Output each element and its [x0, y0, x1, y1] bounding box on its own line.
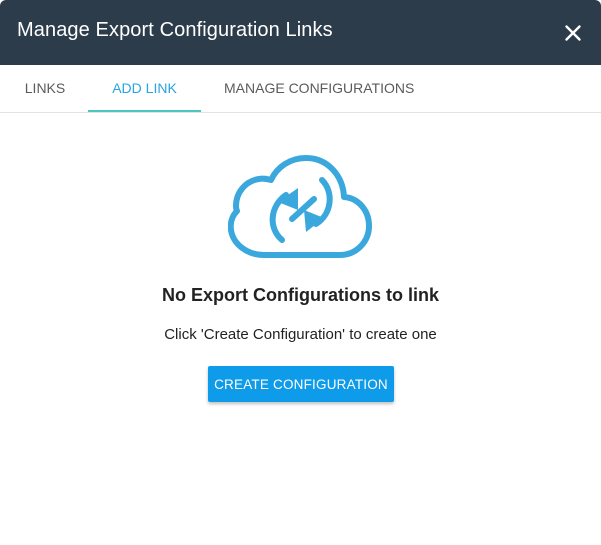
create-configuration-button[interactable]: CREATE CONFIGURATION — [208, 366, 394, 402]
tab-add-link[interactable]: ADD LINK — [88, 65, 201, 112]
dialog-title: Manage Export Configuration Links — [17, 19, 333, 41]
close-button[interactable] — [560, 20, 586, 46]
tab-links[interactable]: LINKS — [24, 65, 66, 112]
tab-bar: LINKS ADD LINK MANAGE CONFIGURATIONS — [0, 65, 601, 113]
cloud-sync-icon — [227, 152, 374, 262]
empty-state-message: Click 'Create Configuration' to create o… — [164, 326, 437, 343]
export-config-links-dialog: Manage Export Configuration Links LINKS … — [0, 0, 601, 545]
active-tab-indicator — [88, 110, 201, 112]
empty-state-heading: No Export Configurations to link — [162, 285, 439, 305]
dialog-header: Manage Export Configuration Links — [0, 0, 601, 65]
close-icon — [565, 25, 581, 41]
tab-manage-configurations[interactable]: MANAGE CONFIGURATIONS — [224, 65, 414, 112]
